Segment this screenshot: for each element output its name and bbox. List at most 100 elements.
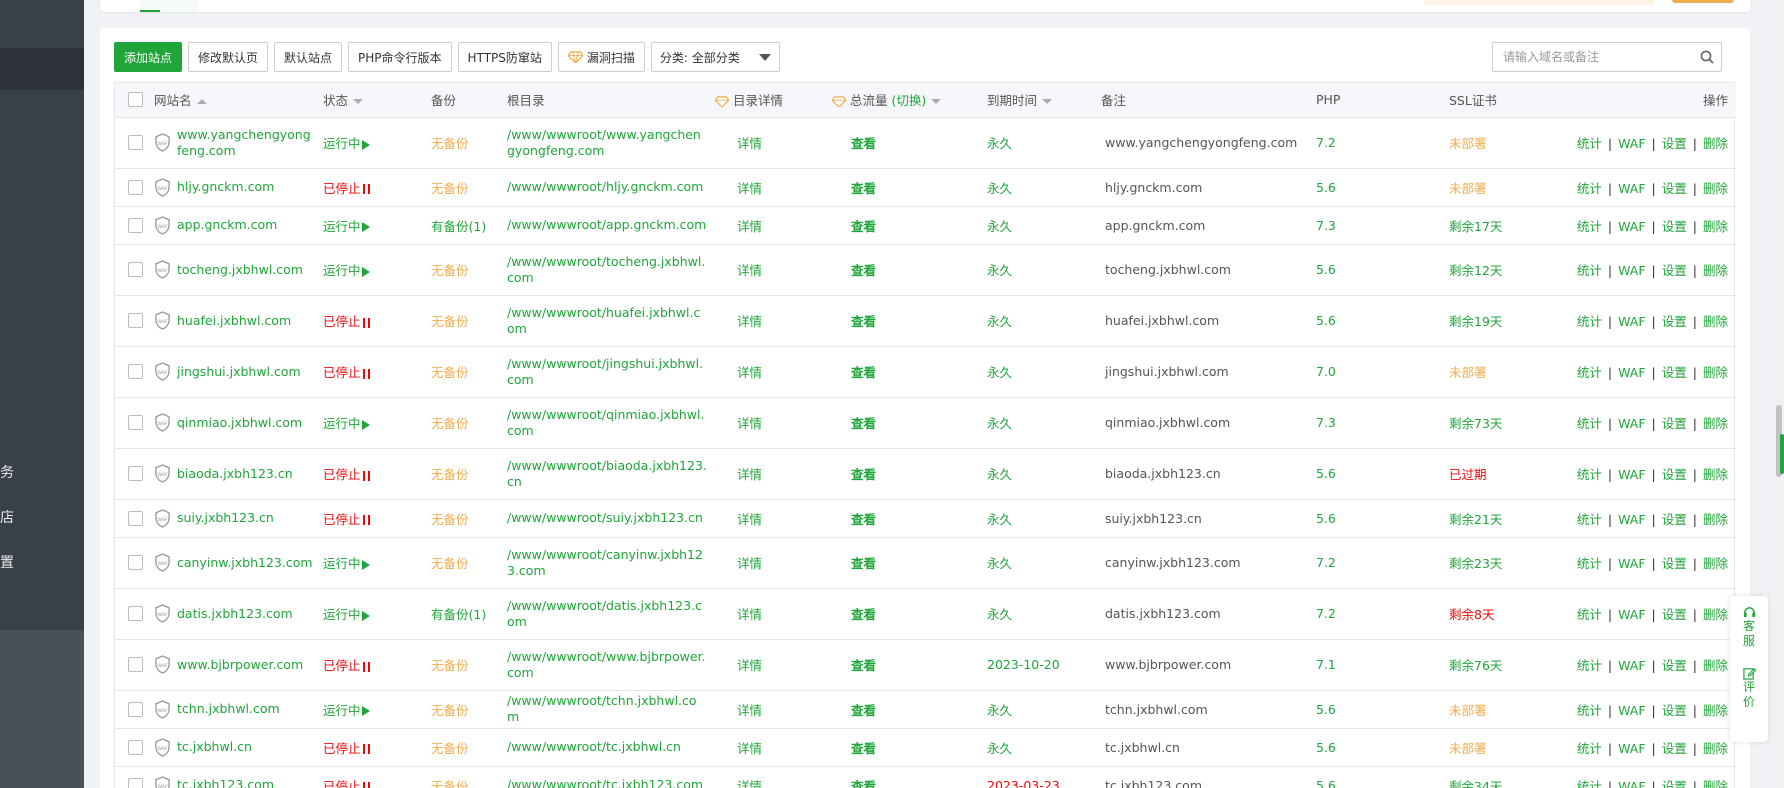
dir-detail-link[interactable]: 详情 [737,658,762,673]
remark-text[interactable]: qinmiao.jxbhwl.com [1105,415,1230,430]
remark-text[interactable]: jingshui.jxbhwl.com [1105,364,1229,379]
ssl-status-link[interactable]: 剩余34天 [1449,779,1502,788]
php-version-link[interactable]: 5.6 [1316,740,1336,755]
site-name-link[interactable]: tc.jxbh123.com [177,777,274,788]
waf-link[interactable]: WAF [1618,607,1645,622]
php-version-link[interactable]: 5.6 [1316,262,1336,277]
backup-link[interactable]: 无备份 [431,365,469,380]
stats-link[interactable]: 统计 [1577,181,1602,196]
site-status-toggle[interactable]: 运行中 [323,136,370,151]
root-dir-link[interactable]: /www/wwwroot/app.gnckm.com [507,217,707,233]
site-name-link[interactable]: tc.jxbhwl.cn [177,739,252,755]
settings-link[interactable]: 设置 [1662,365,1687,380]
stats-link[interactable]: 统计 [1577,467,1602,482]
settings-link[interactable]: 设置 [1662,703,1687,718]
root-dir-link[interactable]: /www/wwwroot/tc.jxbhwl.cn [507,739,707,755]
delete-link[interactable]: 删除 [1703,467,1728,482]
header-site[interactable]: 网站名 [150,83,319,118]
waf-shield-icon[interactable]: WAF [154,737,171,757]
delete-link[interactable]: 删除 [1703,181,1728,196]
root-dir-link[interactable]: /www/wwwroot/huafei.jxbhwl.com [507,305,707,337]
backup-link[interactable]: 无备份 [431,658,469,673]
backup-link[interactable]: 无备份 [431,556,469,571]
dir-detail-link[interactable]: 详情 [737,741,762,756]
settings-link[interactable]: 设置 [1662,219,1687,234]
remark-text[interactable]: canyinw.jxbh123.com [1105,555,1241,570]
remark-text[interactable]: biaoda.jxbh123.cn [1105,466,1221,481]
customer-service-button[interactable]: 客 服 [1743,606,1756,649]
php-version-link[interactable]: 5.6 [1316,180,1336,195]
traffic-view-link[interactable]: 查看 [851,181,876,196]
waf-link[interactable]: WAF [1618,314,1645,329]
dir-detail-link[interactable]: 详情 [737,703,762,718]
ssl-status-link[interactable]: 剩余21天 [1449,512,1502,527]
backup-link[interactable]: 有备份(1) [431,219,486,234]
waf-shield-icon[interactable]: WAF [154,553,171,572]
settings-link[interactable]: 设置 [1662,741,1687,756]
select-all-checkbox[interactable] [128,92,143,108]
site-status-toggle[interactable]: 已停止 [323,467,370,482]
php-version-link[interactable]: 5.6 [1316,778,1336,788]
dir-detail-link[interactable]: 详情 [737,314,762,329]
waf-link[interactable]: WAF [1618,658,1645,673]
site-name-link[interactable]: biaoda.jxbh123.cn [177,466,293,482]
dir-detail-link[interactable]: 详情 [737,181,762,196]
stats-link[interactable]: 统计 [1577,556,1602,571]
delete-link[interactable]: 删除 [1703,556,1728,571]
traffic-view-link[interactable]: 查看 [851,263,876,278]
row-checkbox[interactable] [128,606,143,621]
site-name-link[interactable]: www.bjbrpower.com [177,657,303,673]
waf-link[interactable]: WAF [1618,467,1645,482]
site-name-link[interactable]: suiy.jxbh123.cn [177,510,274,526]
waf-shield-icon[interactable]: WAF [154,215,171,235]
traffic-view-link[interactable]: 查看 [851,365,876,380]
stats-link[interactable]: 统计 [1577,416,1602,431]
ssl-status-link[interactable]: 剩余73天 [1449,416,1502,431]
stats-link[interactable]: 统计 [1577,607,1602,622]
site-name-link[interactable]: app.gnckm.com [177,217,277,233]
settings-link[interactable]: 设置 [1662,467,1687,482]
php-version-link[interactable]: 7.2 [1316,135,1336,150]
waf-shield-icon[interactable]: WAF [154,362,171,381]
settings-link[interactable]: 设置 [1662,136,1687,151]
root-dir-link[interactable]: /www/wwwroot/qinmiao.jxbhwl.com [507,407,707,439]
backup-link[interactable]: 无备份 [431,741,469,756]
delete-link[interactable]: 删除 [1703,512,1728,527]
waf-link[interactable]: WAF [1618,741,1645,756]
waf-shield-icon[interactable]: WAF [154,413,171,432]
settings-link[interactable]: 设置 [1662,314,1687,329]
traffic-switch-link[interactable]: (切换) [891,93,926,108]
waf-link[interactable]: WAF [1618,181,1645,196]
remark-text[interactable]: tc.jxbh123.com [1105,778,1202,788]
backup-link[interactable]: 有备份(1) [431,607,486,622]
row-checkbox[interactable] [128,179,143,195]
page-scrollbar[interactable] [1774,0,1784,788]
warning-action-button[interactable] [1672,0,1734,3]
remark-text[interactable]: tocheng.jxbhwl.com [1105,262,1231,277]
php-version-link[interactable]: 7.2 [1316,606,1336,621]
traffic-view-link[interactable]: 查看 [851,467,876,482]
root-dir-link[interactable]: /www/wwwroot/biaoda.jxbh123.cn [507,458,707,490]
add-site-button[interactable]: 添加站点 [114,42,183,72]
ssl-status-link[interactable]: 剩余76天 [1449,658,1502,673]
settings-link[interactable]: 设置 [1662,658,1687,673]
waf-shield-icon[interactable]: WAF [154,508,171,528]
waf-shield-icon[interactable]: WAF [154,133,171,152]
waf-shield-icon[interactable]: WAF [154,655,171,674]
expire-date-link[interactable]: 永久 [987,365,1012,380]
site-status-toggle[interactable]: 已停止 [323,779,370,788]
dir-detail-link[interactable]: 详情 [737,136,762,151]
settings-link[interactable]: 设置 [1662,416,1687,431]
expire-date-link[interactable]: 永久 [987,181,1012,196]
php-version-link[interactable]: 5.6 [1316,313,1336,328]
review-button[interactable]: 评 价 [1742,667,1756,710]
remark-text[interactable]: suiy.jxbh123.cn [1105,511,1202,526]
sidebar-item-services[interactable]: 务 [0,462,84,482]
category-select[interactable]: 分类: 全部分类 [650,42,780,72]
dir-detail-link[interactable]: 详情 [737,779,762,788]
remark-text[interactable]: tchn.jxbhwl.com [1105,702,1208,717]
settings-link[interactable]: 设置 [1662,607,1687,622]
stats-link[interactable]: 统计 [1577,136,1602,151]
root-dir-link[interactable]: /www/wwwroot/datis.jxbh123.com [507,598,707,630]
ssl-status-link[interactable]: 剩余12天 [1449,263,1502,278]
